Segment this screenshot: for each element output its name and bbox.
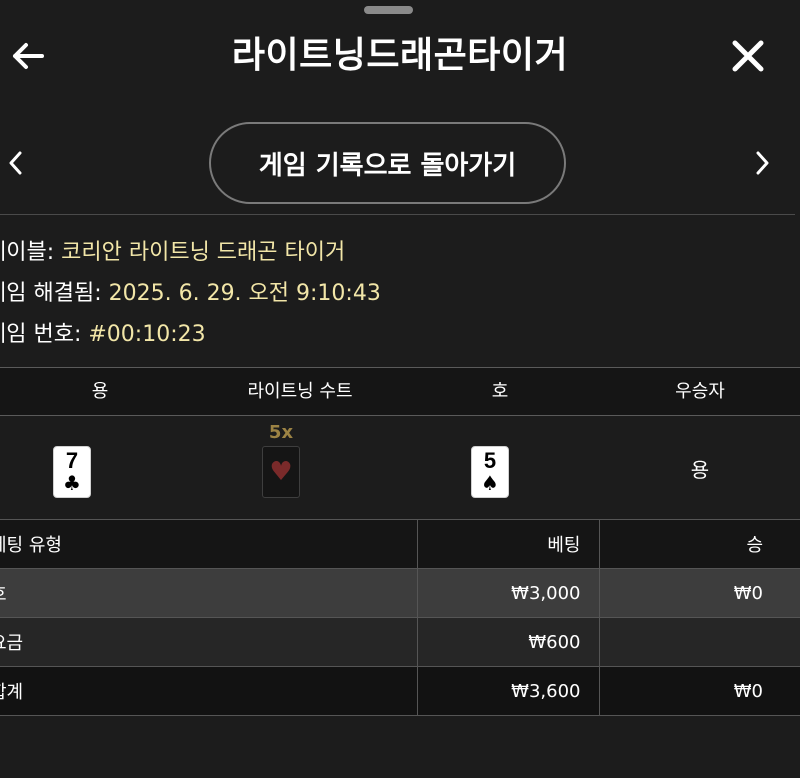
col-dragon: 용 (91, 381, 109, 402)
bet-type-cell: 합계 (0, 667, 417, 716)
winner-value: 용 (690, 458, 710, 482)
info-table-value: 코리안 라이트닝 드래곤 타이거 (61, 240, 346, 265)
page-title: 라이트닝드래곤타이거 (231, 35, 569, 76)
header-bet-type-label: 베팅 유형 (0, 535, 62, 556)
next-game-button[interactable] (750, 146, 776, 180)
chevron-left-icon (9, 151, 22, 175)
dragon-card: 7 ♣ (53, 446, 91, 498)
win-amount-cell (598, 617, 800, 667)
col-lightning-suit: 라이트닝 수트 (247, 381, 353, 402)
table-row: 합계 ₩3,600 ₩0 (0, 666, 800, 716)
back-to-history-button[interactable]: 게임 기록으로 돌아가기 (209, 122, 566, 204)
bet-type-cell: 요금 (0, 618, 417, 667)
close-button[interactable] (726, 36, 770, 76)
table-row: 요금 ₩600 (0, 617, 800, 667)
info-table-label: 테이블: (0, 240, 55, 265)
bet-amount-cell: ₩3,000 (416, 568, 599, 618)
chevron-right-icon (756, 151, 769, 175)
info-resolved-row: 게임 해결됨: 2025. 6. 29. 오전 9:10:43 (0, 273, 381, 314)
game-info: 테이블: 코리안 라이트닝 드래곤 타이거 게임 해결됨: 2025. 6. 2… (0, 232, 381, 355)
bet-type-label: 요금 (0, 633, 24, 654)
history-nav: 게임 기록으로 돌아가기 (0, 122, 800, 204)
info-table-row: 테이블: 코리안 라이트닝 드래곤 타이거 (0, 232, 381, 273)
info-number-label: 게임 번호: (0, 322, 82, 347)
divider (0, 214, 795, 215)
club-icon: ♣ (63, 471, 81, 495)
header: 라이트닝드래곤타이거 (0, 22, 800, 90)
col-winner: 우승자 (675, 381, 725, 402)
arrow-left-icon (13, 43, 44, 69)
lightning-suit-card: ♥ (262, 446, 300, 498)
header-win: 승 (598, 519, 800, 569)
bet-table-header: 베팅 유형 베팅 승 (0, 519, 800, 569)
bet-type-cell: 호 (0, 569, 417, 618)
tiger-card: 5 ♠ (471, 446, 509, 498)
bet-amount-cell: ₩600 (416, 617, 599, 667)
result-row: 7 ♣ 5x ♥ 5 ♠ 용 (0, 416, 800, 520)
header-bet-type: 베팅 유형 (0, 520, 417, 569)
table-row: 호 ₩3,000 ₩0 (0, 568, 800, 618)
info-resolved-label: 게임 해결됨: (0, 281, 102, 306)
lightning-multiplier: 5x (268, 422, 294, 443)
header-bet-amount: 베팅 (416, 519, 599, 569)
col-tiger: 호 (491, 381, 509, 402)
dragon-card-rank: 7 (65, 448, 79, 473)
info-number-value: #00:10:23 (88, 322, 206, 347)
drag-handle[interactable] (364, 6, 413, 14)
win-amount-cell: ₩0 (598, 568, 800, 618)
result-table: 용 라이트닝 수트 호 우승자 7 ♣ 5x ♥ 5 ♠ 용 (0, 367, 800, 520)
heart-icon: ♥ (269, 457, 293, 487)
result-header: 용 라이트닝 수트 호 우승자 (0, 367, 800, 416)
bet-table: 베팅 유형 베팅 승 호 ₩3,000 ₩0 요금 ₩600 합계 ₩3,600… (0, 519, 800, 716)
bet-type-label: 합계 (0, 682, 24, 703)
info-resolved-value: 2025. 6. 29. 오전 9:10:43 (108, 281, 381, 306)
info-number-row: 게임 번호: #00:10:23 (0, 314, 381, 355)
bet-amount-cell: ₩3,600 (416, 666, 599, 716)
back-button[interactable] (8, 36, 48, 76)
previous-game-button[interactable] (2, 146, 28, 180)
close-icon (732, 40, 764, 72)
tiger-card-rank: 5 (483, 448, 497, 473)
spade-icon: ♠ (481, 471, 499, 495)
bet-type-label: 호 (0, 584, 7, 605)
win-amount-cell: ₩0 (598, 666, 800, 716)
